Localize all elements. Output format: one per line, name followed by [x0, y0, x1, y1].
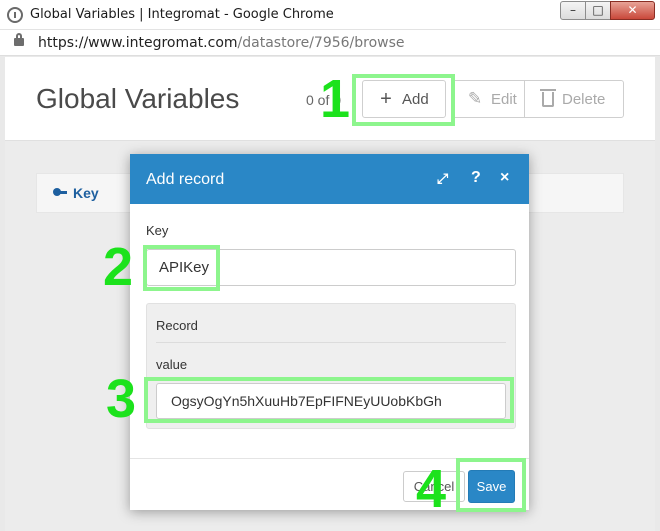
- help-icon[interactable]: ?: [471, 168, 481, 188]
- lock-icon: [14, 33, 24, 46]
- close-icon[interactable]: ×: [500, 168, 509, 188]
- step-number-4: 4: [416, 459, 447, 519]
- maximize-button[interactable]: □: [585, 1, 611, 20]
- key-field-label: Key: [146, 223, 169, 238]
- edit-button-label: Edit: [491, 90, 517, 108]
- highlight-value-input: [144, 377, 514, 423]
- key-icon: [53, 188, 67, 198]
- app-icon: [7, 7, 23, 23]
- value-field-label: value: [156, 357, 188, 372]
- window-titlebar: Global Variables | Integromat - Google C…: [0, 0, 660, 30]
- address-bar[interactable]: https://www.integromat.com/datastore/795…: [0, 30, 660, 56]
- page-title: Global Variables: [36, 83, 240, 114]
- highlight-key-input: [143, 245, 220, 291]
- step-number-3: 3: [106, 369, 137, 429]
- dialog-title: Add record: [146, 171, 225, 188]
- edit-icon: ✎: [467, 89, 483, 108]
- step-number-1: 1: [320, 69, 351, 129]
- delete-button[interactable]: Delete: [524, 80, 624, 118]
- url-text[interactable]: https://www.integromat.com/datastore/795…: [38, 35, 405, 51]
- minimize-button[interactable]: –: [560, 1, 586, 20]
- url-path: /datastore/7956/browse: [237, 35, 405, 51]
- delete-button-label: Delete: [562, 90, 606, 108]
- highlight-save-button: [456, 458, 526, 512]
- edit-button[interactable]: ✎ Edit: [451, 80, 525, 118]
- column-header-key[interactable]: Key: [53, 185, 99, 201]
- highlight-add-button: [352, 74, 455, 126]
- record-section-label: Record: [156, 318, 198, 333]
- close-window-button[interactable]: ✕: [610, 1, 655, 20]
- column-header-key-label: Key: [73, 185, 99, 201]
- step-number-2: 2: [103, 237, 134, 297]
- expand-icon[interactable]: ⤢: [437, 168, 448, 188]
- window-title: Global Variables | Integromat - Google C…: [30, 7, 334, 22]
- dialog-header: Add record ⤢ ? ×: [130, 154, 529, 204]
- url-host: https://www.integromat.com: [38, 35, 238, 51]
- trash-icon: [540, 88, 556, 107]
- divider: [156, 342, 506, 343]
- add-record-dialog: Add record ⤢ ? × Key APIKey Record value…: [130, 154, 529, 510]
